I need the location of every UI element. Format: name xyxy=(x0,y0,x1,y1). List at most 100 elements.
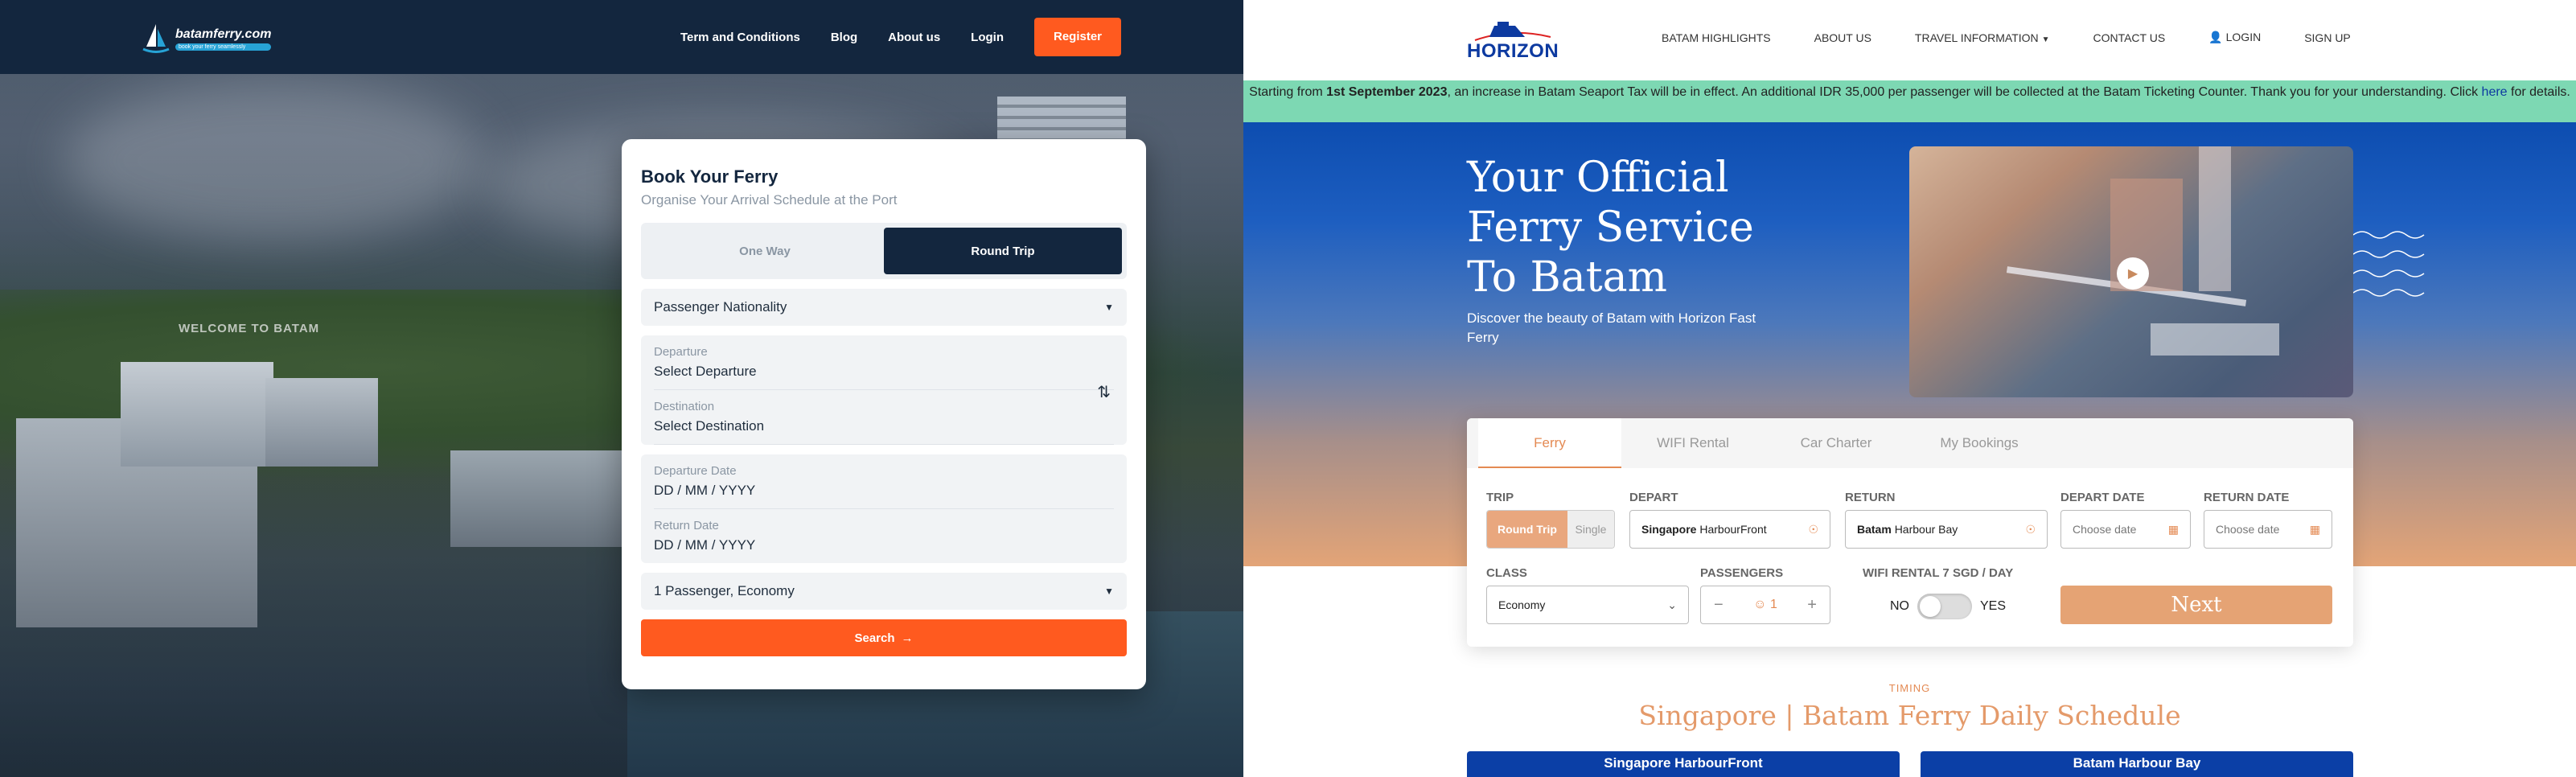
destination-label: Destination xyxy=(654,400,715,413)
nav-login[interactable]: 👤 LOGIN xyxy=(2208,31,2261,44)
wifi-no-label: NO xyxy=(1890,599,1909,613)
passenger-select[interactable]: 1 Passenger, Economy ▼ xyxy=(641,573,1127,610)
nationality-select[interactable]: Passenger Nationality ▼ xyxy=(641,289,1127,326)
chevron-down-icon: ▼ xyxy=(1104,302,1114,313)
nav-contact-us[interactable]: CONTACT US xyxy=(2093,31,2165,44)
wifi-toggle-group: NO YES xyxy=(1890,594,2006,619)
class-value: Economy xyxy=(1498,598,1546,611)
return-select[interactable]: Batam Harbour Bay ☉ xyxy=(1845,510,2048,549)
class-select[interactable]: Economy ⌄ xyxy=(1486,586,1689,624)
return-date-label: RETURN DATE xyxy=(2204,491,2290,504)
departure-label: Departure xyxy=(654,345,708,359)
nav-about-us[interactable]: ABOUT US xyxy=(1814,31,1871,44)
depart-select[interactable]: Singapore HarbourFront ☉ xyxy=(1629,510,1830,549)
depart-value: Singapore HarbourFront xyxy=(1641,523,1767,536)
depart-city: Singapore xyxy=(1641,523,1697,536)
nationality-value: Passenger Nationality xyxy=(654,299,787,314)
nav-about[interactable]: About us xyxy=(888,31,940,44)
nav-travel-information[interactable]: TRAVEL INFORMATION ▼ xyxy=(1915,31,2050,44)
return-date-field[interactable]: Return Date DD / MM / YYYY xyxy=(654,509,1114,563)
schedule-column-batam: Batam Harbour Bay xyxy=(1921,751,2353,777)
horizon-nav-links: BATAM HIGHLIGHTS ABOUT US TRAVEL INFORMA… xyxy=(1662,31,2394,44)
search-button[interactable]: Search → xyxy=(641,619,1127,656)
video-tower xyxy=(2199,146,2231,291)
next-button[interactable]: Next xyxy=(2060,586,2332,624)
passenger-value: 1 xyxy=(1769,598,1777,611)
wifi-label: WIFI RENTAL 7 SGD / DAY xyxy=(1863,566,2014,580)
plus-icon[interactable]: + xyxy=(1807,596,1817,615)
depart-date-placeholder: Choose date xyxy=(2073,523,2137,536)
nav-blog[interactable]: Blog xyxy=(831,31,857,44)
nav-links: Term and Conditions Blog About us Login … xyxy=(650,18,1121,56)
round-trip-option[interactable]: Round Trip xyxy=(1487,511,1567,548)
trip-type-toggle: One Way Round Trip xyxy=(641,223,1127,279)
date-fields: Departure Date DD / MM / YYYY Return Dat… xyxy=(641,454,1127,563)
return-port: Harbour Bay xyxy=(1894,523,1958,536)
minus-icon[interactable]: − xyxy=(1714,596,1723,615)
wifi-toggle[interactable] xyxy=(1917,594,1972,619)
banner-date: 1st September 2023 xyxy=(1326,85,1448,99)
horizon-navbar: HORIZON BATAM HIGHLIGHTS ABOUT US TRAVEL… xyxy=(1243,0,2576,80)
return-date-input[interactable]: Choose date ▦ xyxy=(2204,510,2332,549)
passengers-stepper: − ☺ 1 + xyxy=(1700,586,1830,624)
booking-subtitle: Organise Your Arrival Schedule at the Po… xyxy=(641,192,898,208)
banner-link[interactable]: here xyxy=(2482,85,2508,99)
return-value: Batam Harbour Bay xyxy=(1857,523,1958,536)
return-date-placeholder: Choose date xyxy=(2216,523,2280,536)
return-city: Batam xyxy=(1857,523,1892,536)
single-option[interactable]: Single xyxy=(1567,511,1614,548)
trip-label: TRIP xyxy=(1486,491,1514,504)
depart-date-label: DEPART DATE xyxy=(2060,491,2145,504)
top-navbar: batamferry.com book your ferry seamlessl… xyxy=(0,0,1243,74)
person-icon: ☺ xyxy=(1753,598,1767,611)
waves-decoration-icon xyxy=(2353,231,2425,297)
logo-tagline: book your ferry seamlessly xyxy=(175,43,272,51)
nav-terms[interactable]: Term and Conditions xyxy=(680,31,800,44)
user-icon: 👤 xyxy=(2208,31,2223,43)
caret-down-icon: ▼ xyxy=(2041,35,2050,44)
schedule-title: Singapore | Batam Ferry Daily Schedule xyxy=(1638,700,2181,731)
hero-video[interactable]: ▶ xyxy=(1909,146,2353,397)
register-button[interactable]: Register xyxy=(1034,18,1121,56)
batamferry-page: WELCOME TO BATAM batamferry.com book you… xyxy=(0,0,1243,777)
horizon-logo[interactable]: HORIZON xyxy=(1467,19,1559,63)
departure-date-field[interactable]: Departure Date DD / MM / YYYY xyxy=(654,454,1114,509)
travel-info-label: TRAVEL INFORMATION xyxy=(1914,31,2039,44)
hero-title: Your Official Ferry Service To Batam xyxy=(1467,154,1754,302)
depart-port: HarbourFront xyxy=(1699,523,1767,536)
depart-date-input[interactable]: Choose date ▦ xyxy=(2060,510,2191,549)
play-icon[interactable]: ▶ xyxy=(2117,257,2149,290)
nav-login[interactable]: Login xyxy=(971,31,1004,44)
passengers-label: PASSENGERS xyxy=(1700,566,1784,580)
destination-field[interactable]: Destination Select Destination xyxy=(654,390,1114,445)
background-building xyxy=(265,378,378,467)
one-way-option[interactable]: One Way xyxy=(646,228,884,274)
logo-name: batamferry.com xyxy=(175,27,272,41)
departure-value: Select Departure xyxy=(654,359,1114,390)
site-logo[interactable]: batamferry.com book your ferry seamlessl… xyxy=(142,23,272,55)
tab-car-charter[interactable]: Car Charter xyxy=(1765,418,1908,468)
notice-banner: Starting from 1st September 2023, an inc… xyxy=(1243,80,2576,122)
nav-batam-highlights[interactable]: BATAM HIGHLIGHTS xyxy=(1662,31,1771,44)
horizon-page: HORIZON BATAM HIGHLIGHTS ABOUT US TRAVEL… xyxy=(1243,0,2576,777)
banner-pre: Starting from xyxy=(1249,85,1327,99)
location-pin-icon: ☉ xyxy=(2025,522,2036,536)
trip-toggle: Round Trip Single xyxy=(1486,510,1615,549)
departure-field[interactable]: Departure Select Departure xyxy=(654,335,1114,390)
arrow-right-icon: → xyxy=(901,631,914,645)
wifi-yes-label: YES xyxy=(1980,599,2007,613)
search-label: Search xyxy=(854,631,895,645)
nav-sign-up[interactable]: SIGN UP xyxy=(2304,31,2351,44)
passenger-count: ☺ 1 xyxy=(1753,598,1777,612)
departure-date-label: Departure Date xyxy=(654,464,737,478)
round-trip-option[interactable]: Round Trip xyxy=(884,228,1122,274)
return-label: RETURN xyxy=(1845,491,1896,504)
swap-icon[interactable]: ⇅ xyxy=(1097,382,1111,402)
route-fields: Departure Select Departure Destination S… xyxy=(641,335,1127,445)
banner-text: , an increase in Batam Seaport Tax will … xyxy=(1447,85,2482,99)
tab-wifi-rental[interactable]: WIFI Rental xyxy=(1621,418,1765,468)
tab-ferry[interactable]: Ferry xyxy=(1478,418,1621,468)
chevron-down-icon: ▼ xyxy=(1104,586,1114,597)
tab-my-bookings[interactable]: My Bookings xyxy=(1908,418,2051,468)
sailboat-icon xyxy=(142,23,171,55)
